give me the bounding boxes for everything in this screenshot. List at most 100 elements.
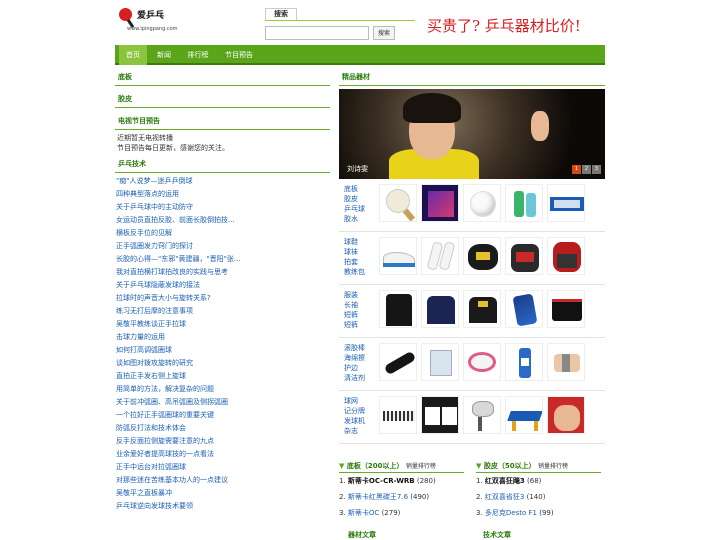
technique-link[interactable]: 正手中远台对拉弧圈球 [116,461,330,474]
category-link[interactable]: 长袖 [344,300,368,310]
rank-item[interactable]: 2. 红双喜省狂3 (140) [476,489,601,505]
product-blade-image[interactable] [379,184,417,222]
category-link[interactable]: 记分牌 [344,406,368,416]
section-rubbers[interactable]: 胶皮 [115,92,330,108]
category-link[interactable]: 胶皮 [344,194,368,204]
category-link[interactable]: 滚胶棒 [344,343,368,353]
product-tracksuit-image[interactable] [379,290,417,328]
product-jacket-image[interactable] [421,290,459,328]
technique-link[interactable]: 练习无打后摩的注意事项 [116,305,330,318]
technique-link[interactable]: 反手反面拉侧旋需要注意的九点 [116,435,330,448]
product-scoreboard-image[interactable] [421,396,459,434]
category-link[interactable]: 发球机 [344,416,368,426]
banner-page-button[interactable]: 2 [582,165,591,174]
technique-link[interactable]: 我对直拍横打球拍改良的实践与思考 [116,266,330,279]
rank-rubbers-title-text[interactable]: 胶皮（50以上） [484,462,536,470]
technique-link[interactable]: 横板反手位的见解 [116,227,330,240]
category-link[interactable]: 胶水 [344,214,368,224]
search-tab[interactable]: 搜索 [265,8,297,20]
site-logo[interactable]: 爱乒乓 www.ipingpang.com [117,6,187,36]
technique-link[interactable]: "痴"人说梦—迷乒乒倒球 [116,175,330,188]
technique-link[interactable]: 正手弧圈发力窍门的探讨 [116,240,330,253]
banner-page-button[interactable]: 3 [592,165,601,174]
category-link[interactable]: 球网 [344,396,368,406]
product-shirt2-image[interactable] [505,290,543,328]
section-blades[interactable]: 底板 [115,70,330,86]
category-link[interactable]: 底板 [344,184,368,194]
product-ball-image[interactable] [463,184,501,222]
technique-link[interactable]: 吴敬平教练谈正手拉球 [116,318,330,331]
category-link[interactable]: 短裤 [344,310,368,320]
product-rubber-image[interactable] [421,184,459,222]
technique-link[interactable]: 防弧反打法和技术体会 [116,422,330,435]
product-backpack-image[interactable] [547,237,585,275]
category-link[interactable]: 短裤 [344,320,368,330]
rank-item[interactable]: 1. 红双喜狂飚3 (68) [476,473,601,489]
rank-item[interactable]: 3. 多尼克Desto F1 (99) [476,505,601,521]
product-edge-tape-image[interactable] [463,343,501,381]
nav-tv-schedule[interactable]: 节目预告 [219,45,259,65]
product-sponge-image[interactable] [421,343,459,381]
category-link[interactable]: 海绵擦 [344,353,368,363]
rank-name[interactable]: 斯蒂卡红黑碳王7.6 [348,493,408,501]
technique-link[interactable]: 关于前冲弧圈、高吊弧圈及侧拐弧圈 [116,396,330,409]
technique-link[interactable]: 关于乒乓球隐蔽发球的接法 [116,279,330,292]
technique-link[interactable]: 长胶的心得—"东邪"黄建疆，"晋阳"张... [116,253,330,266]
technique-link[interactable]: 吴敬平之直板暴冲 [116,487,330,500]
category-link[interactable]: 球袜 [344,247,368,257]
product-magazine-image[interactable] [547,396,585,434]
category-link[interactable]: 球鞋 [344,237,368,247]
technique-link[interactable]: 四种典型落点的运用 [116,188,330,201]
equipment-articles-title[interactable]: 器材文章 [348,530,376,540]
technique-link[interactable]: 直拍正手发右侧上旋球 [116,370,330,383]
product-socks-image[interactable] [421,237,459,275]
product-shoes-image[interactable] [379,237,417,275]
product-wristband-image[interactable] [547,343,585,381]
product-shirt-image[interactable] [463,290,501,328]
category-link[interactable]: 清洁剂 [344,373,368,383]
technique-link[interactable]: 女运动员直拍反胶、前面长胶倒拍技... [116,214,330,227]
technique-link[interactable]: 谈如图对拨攻旋转的研究 [116,357,330,370]
nav-news[interactable]: 新闻 [149,45,179,65]
technique-link[interactable]: 用简单的方法，解决复杂的问题 [116,383,330,396]
product-paddle-case-image[interactable] [463,237,501,275]
product-robot-image[interactable] [463,396,501,434]
technique-link[interactable]: 对那些迷在苦练基本功人的一点建议 [116,474,330,487]
rank-name[interactable]: 斯蒂卡OC-CR-WRB [348,477,415,485]
rank-name[interactable]: 斯蒂卡OC [348,509,379,517]
category-link[interactable]: 杂志 [344,426,368,436]
product-table-image[interactable] [505,396,543,434]
technique-link[interactable]: 关于乒乓球中的主动防守 [116,201,330,214]
featured-banner[interactable]: 刘诗雯 1 2 3 [339,89,605,179]
technique-link[interactable]: 一个拉好正手弧圈球的重要关键 [116,409,330,422]
category-link[interactable]: 服装 [344,290,368,300]
technique-link[interactable]: 乒乓球逆向发球技术要领 [116,500,330,513]
rank-item[interactable]: 1. 斯蒂卡OC-CR-WRB (280) [339,473,464,489]
product-glue-image[interactable] [505,184,543,222]
product-towel-image[interactable] [547,184,585,222]
technique-link[interactable]: 业余爱好者提高球技的一点看法 [116,448,330,461]
technique-link[interactable]: 如何打高调弧圈球 [116,344,330,357]
product-bag-image[interactable] [505,237,543,275]
rank-item[interactable]: 2. 斯蒂卡红黑碳王7.6 (490) [339,489,464,505]
technique-link[interactable]: 击球力量的运用 [116,331,330,344]
product-cleaner-image[interactable] [505,343,543,381]
banner-page-button[interactable]: 1 [572,165,581,174]
search-button[interactable]: 搜索 [373,26,395,40]
rank-item[interactable]: 3. 斯蒂卡OC (279) [339,505,464,521]
category-link[interactable]: 乒乓球 [344,204,368,214]
rank-name[interactable]: 多尼克Desto F1 [485,509,537,517]
nav-rankings[interactable]: 排行榜 [181,45,215,65]
rank-blades-title-text[interactable]: 底板（200以上） [347,462,404,470]
category-link[interactable]: 教练包 [344,267,368,277]
category-link[interactable]: 拍套 [344,257,368,267]
search-input[interactable] [265,26,369,40]
category-link[interactable]: 护边 [344,363,368,373]
technique-articles-title[interactable]: 技术文章 [483,530,511,540]
product-roller-image[interactable] [379,343,417,381]
rank-name[interactable]: 红双喜省狂3 [485,493,524,501]
product-net-image[interactable] [379,396,417,434]
nav-home[interactable]: 首页 [119,45,147,65]
rank-name[interactable]: 红双喜狂飚3 [485,477,525,485]
product-shorts-image[interactable] [547,290,585,328]
